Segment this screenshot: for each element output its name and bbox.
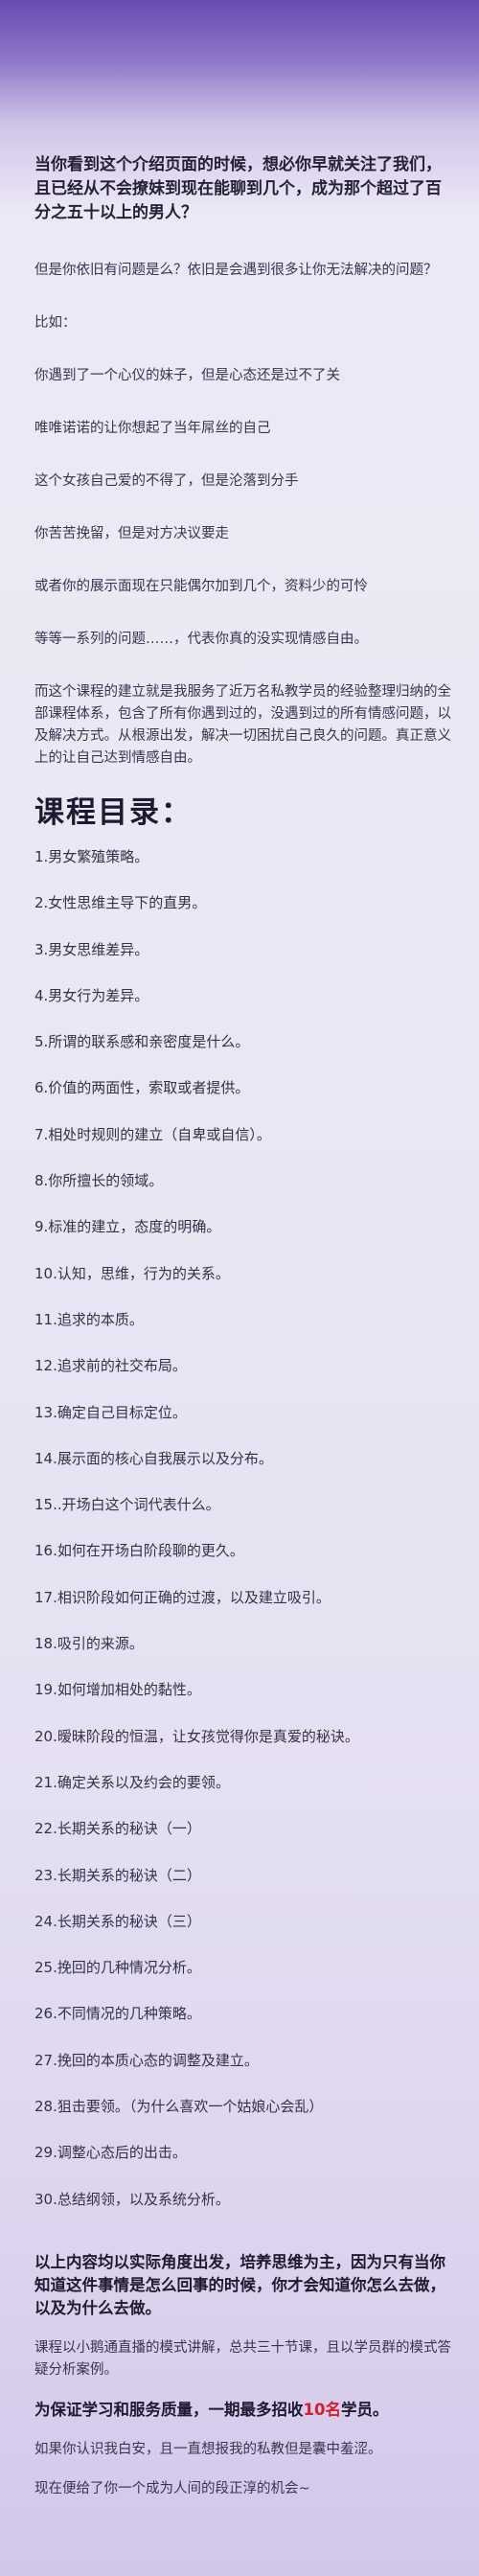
- outro-format: 课程以小鹅通直播的模式讲解，总共三十节课，且以学员群的模式答疑分析案例。: [34, 2340, 451, 2378]
- catalog-item: 18.吸引的来源。: [34, 1635, 144, 1653]
- catalog-item: 22.长期关系的秘诀（一）: [34, 1820, 201, 1838]
- example-1: 你遇到了一个心仪的妹子，但是心态还是过不了关: [34, 368, 340, 383]
- catalog-item: 8.你所擅长的领域。: [34, 1172, 164, 1190]
- outro-shy-note: 如果你认识我白安，且一直想报我的私教但是囊中羞涩。: [34, 2442, 382, 2457]
- catalog-item: 23.长期关系的秘诀（二）: [34, 1866, 201, 1884]
- catalog-item: 4.男女行为差异。: [34, 986, 149, 1004]
- enrollment-limit-count: 10名: [303, 2401, 341, 2419]
- catalog-item: 26.不同情况的几种策略。: [34, 2005, 201, 2023]
- catalog-item: 15..开场白这个词代表什么。: [34, 1496, 220, 1514]
- intro-lead: 当你看到这个介绍页面的时候，想必你早就关注了我们，且已经从不会撩妹到现在能聊到几…: [34, 155, 442, 222]
- enrollment-limit: 为保证学习和服务质量，一期最多招收10名学员。: [34, 2399, 456, 2422]
- catalog-item: 7.相处时规则的建立（自卑或自信）。: [34, 1125, 271, 1143]
- course-intro-page: 当你看到这个介绍页面的时候，想必你早就关注了我们，且已经从不会撩妹到现在能聊到几…: [0, 0, 479, 2576]
- outro-closing: 现在便给了你一个成为人间的段正淳的机会~: [34, 2481, 310, 2496]
- catalog-item: 27.挽回的本质心态的调整及建立。: [34, 2051, 259, 2069]
- catalog-item: 16.如何在开场白阶段聊的更久。: [34, 1542, 244, 1560]
- catalog-title: 课程目录：: [34, 795, 193, 830]
- catalog-item: 9.标准的建立，态度的明确。: [34, 1218, 221, 1236]
- catalog-item: 28.狙击要领。（为什么喜欢一个姑娘心会乱）: [34, 2098, 324, 2116]
- catalog-item: 13.确定自己目标定位。: [34, 1403, 187, 1421]
- enrollment-limit-prefix: 为保证学习和服务质量，一期最多招收: [34, 2401, 304, 2419]
- intro-question: 但是你依旧有问题是么？依旧是会遇到很多让你无法解决的问题？: [34, 263, 438, 278]
- example-3: 这个女孩自己爱的不得了，但是沦落到分手: [34, 473, 299, 489]
- catalog-item: 30.总结纲领，以及系统分析。: [34, 2190, 230, 2208]
- catalog-item: 24.长期关系的秘诀（三）: [34, 1912, 201, 1930]
- catalog-item: 19.如何增加相处的黏性。: [34, 1681, 201, 1699]
- catalog-list: 1.男女繁殖策略。 2.女性思维主导下的直男。 3.男女思维差异。 4.男女行为…: [34, 845, 456, 2234]
- catalog-item: 2.女性思维主导下的直男。: [34, 894, 207, 912]
- catalog-item: 5.所谓的联系感和亲密度是什么。: [34, 1033, 250, 1051]
- catalog-item: 1.男女繁殖策略。: [34, 848, 149, 865]
- catalog-item: 12.追求前的社交布局。: [34, 1357, 187, 1375]
- enrollment-limit-suffix: 学员。: [340, 2401, 389, 2419]
- catalog-item: 14.展示面的核心自我展示以及分布。: [34, 1449, 273, 1467]
- intro-section: 当你看到这个介绍页面的时候，想必你早就关注了我们，且已经从不会撩妹到现在能聊到几…: [34, 153, 456, 770]
- catalog-item: 11.追求的本质。: [34, 1310, 144, 1328]
- outro-summary: 以上内容均以实际角度出发，培养思维为主，因为只有当你知道这件事情是怎么回事的时候…: [34, 2253, 445, 2317]
- catalog-item: 29.调整心态后的出击。: [34, 2144, 187, 2162]
- catalog-item: 25.挽回的几种情况分析。: [34, 1959, 201, 1977]
- catalog-item: 20.暧昧阶段的恒温，让女孩觉得你是真爱的秘诀。: [34, 1727, 359, 1745]
- catalog-item: 3.男女思维差异。: [34, 940, 149, 958]
- example-4: 你苦苦挽留，但是对方决议要走: [34, 526, 229, 541]
- catalog-item: 21.确定关系以及约会的要领。: [34, 1773, 230, 1791]
- for-example-label: 比如：: [34, 315, 77, 331]
- catalog-item: 17.相识阶段如何正确的过渡，以及建立吸引。: [34, 1588, 331, 1606]
- example-5: 或者你的展示面现在只能偶尔加到几个，资料少的可怜: [34, 579, 368, 594]
- course-description: 而这个课程的建立就是我服务了近万名私教学员的经验整理归纳的全部课程体系，包含了所…: [34, 684, 451, 766]
- catalog-item: 6.价值的两面性，索取或者提供。: [34, 1079, 250, 1097]
- outro-section: 以上内容均以实际角度出发，培养思维为主，因为只有当你知道这件事情是怎么回事的时候…: [34, 2251, 456, 2500]
- example-2: 唯唯诺诺的让你想起了当年屌丝的自己: [34, 421, 271, 436]
- example-6: 等等一系列的问题……，代表你真的没实现情感自由。: [34, 632, 368, 647]
- catalog-item: 10.认知，思维，行为的关系。: [34, 1264, 230, 1282]
